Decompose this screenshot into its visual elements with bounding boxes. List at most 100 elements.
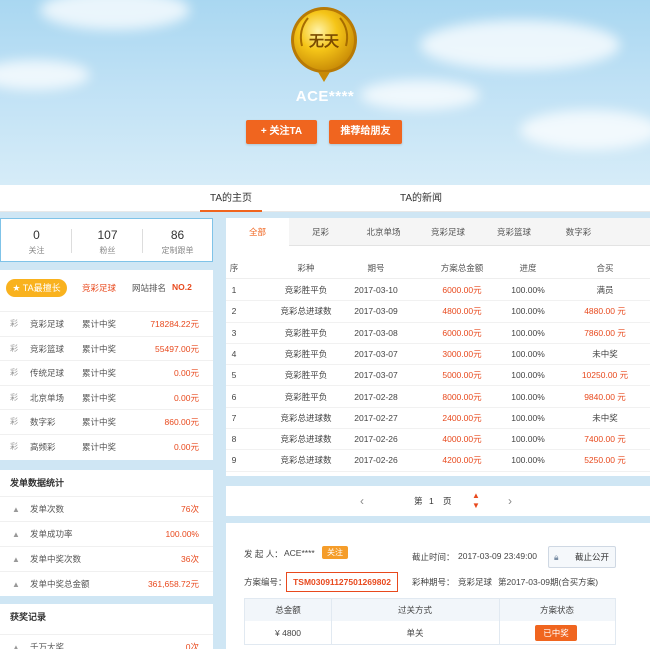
list-item: ▲ 千万大奖 0次: [0, 634, 213, 649]
cell-progress: 100.00%: [511, 412, 545, 423]
col-pass-type: 过关方式: [397, 605, 432, 615]
tab-all[interactable]: 全部: [226, 218, 289, 247]
stat-following[interactable]: 0 关注: [1, 219, 72, 261]
lottery-icon: 彩: [10, 319, 18, 328]
list-item: 彩 竞彩足球 累计中奖 718284.22元: [0, 311, 213, 336]
deadline-label: 截止时间：: [412, 552, 455, 562]
page-suffix: 页: [443, 496, 452, 506]
cell-result: 7400.00 元: [584, 434, 626, 445]
col-joint: 合买: [596, 263, 614, 273]
rank-value: NO.2: [172, 282, 192, 292]
tab-jc-football[interactable]: 竞彩足球: [415, 218, 481, 246]
list-item: 彩 传统足球 累计中奖 0.00元: [0, 360, 213, 385]
lottery-period-label: 彩种期号：: [412, 577, 455, 587]
cell-result: 10250.00 元: [581, 370, 629, 381]
initiator-name[interactable]: ACE****: [284, 548, 315, 558]
plan-status-badge: 已中奖: [535, 625, 577, 641]
list-item: 彩 数字彩 累计中奖 860.00元: [0, 409, 213, 434]
plan-table-header: 总金额 过关方式 方案状态: [245, 599, 615, 621]
stat-fans[interactable]: 107 粉丝: [72, 219, 143, 261]
chart-icon: ▲: [12, 505, 20, 514]
prev-page-icon[interactable]: ‹: [360, 486, 364, 516]
page-prefix: 第: [414, 496, 423, 506]
cell-result: 满员: [596, 285, 614, 295]
col-status: 方案状态: [539, 605, 574, 615]
stat-custom-follow-label: 定制跟单: [161, 246, 194, 255]
cell-type: 竞彩胜平负: [284, 348, 328, 359]
tab-football-lottery[interactable]: 足彩: [289, 218, 352, 246]
stat-custom-follow[interactable]: 86 定制跟单: [142, 219, 213, 261]
best-at-type: 竞彩足球: [82, 283, 117, 293]
table-row[interactable]: 2 竞彩总进球数 2017-03-09 4800.00元 100.00% 4880.00 …: [226, 301, 650, 323]
lottery-name: 北京单场: [30, 392, 65, 403]
cloud-decoration: [0, 60, 90, 90]
lottery-value: 0.00元: [173, 368, 199, 378]
cell-result: 4880.00 元: [584, 306, 626, 317]
medal-text: 无天: [308, 32, 340, 50]
next-page-icon[interactable]: ›: [508, 486, 512, 516]
lottery-kind: 累计中奖: [82, 417, 117, 427]
lottery-name: 竞彩足球: [30, 319, 65, 329]
cell-no: 7: [231, 412, 237, 423]
cell-result: 9840.00 元: [584, 391, 626, 402]
plan-pass-type: 单关: [406, 628, 424, 638]
tab-home[interactable]: TA的主页: [200, 185, 262, 212]
stat-label: 发单次数: [30, 504, 65, 514]
cell-no: 6: [231, 391, 237, 402]
recommend-button[interactable]: 推荐给朋友: [329, 120, 402, 144]
table-row[interactable]: 3 竞彩胜平负 2017-03-08 6000.00元 100.00% 7860.00 元: [226, 323, 650, 344]
table-row[interactable]: 5 竞彩胜平负 2017-03-07 5000.00元 100.00% 10250.00 …: [226, 365, 650, 387]
table-row[interactable]: 4 竞彩胜平负 2017-03-07 3000.00元 100.00% 未中奖: [226, 344, 650, 366]
col-period: 期号: [367, 263, 385, 273]
medal-avatar-icon: 无天: [291, 7, 357, 82]
table-row[interactable]: 8 竞彩总进球数 2017-02-26 4000.00元 100.00% 7400.00 …: [226, 429, 650, 451]
table-row[interactable]: 1 竞彩胜平负 2017-03-10 6000.00元 100.00% 满员: [226, 280, 650, 302]
cell-progress: 100.00%: [511, 348, 545, 359]
lock-public-button[interactable]: 🔒︎ 截止公开: [548, 546, 616, 568]
list-item: ▲ 发单中奖次数 36次: [0, 546, 213, 571]
table-row[interactable]: 6 竞彩胜平负 2017-02-28 8000.00元 100.00% 9840.00 元: [226, 387, 650, 408]
list-item: ▲ 发单次数 76次: [0, 496, 213, 521]
cell-progress: 100.00%: [511, 434, 545, 445]
stat-label: 发单中奖总金额: [30, 579, 90, 589]
lottery-icon: 彩: [10, 392, 18, 402]
lottery-kind: 累计中奖: [82, 319, 117, 329]
cell-type: 竞彩总进球数: [280, 455, 332, 466]
table-row[interactable]: 9 竞彩总进球数 2017-02-26 4200.00元 100.00% 5250.00 …: [226, 450, 650, 472]
stat-value: 76次: [181, 504, 199, 514]
tab-digital[interactable]: 数字彩: [547, 218, 610, 246]
lock-icon: 🔒︎: [554, 552, 559, 562]
initiator-label: 发 起 人：: [244, 549, 283, 559]
cell-period: 2017-03-07: [354, 370, 398, 381]
cell-type: 竞彩胜平负: [284, 285, 328, 295]
stat-fans-label: 粉丝: [99, 246, 116, 255]
lottery-kind: 累计中奖: [82, 392, 117, 403]
list-item: ▲ 发单成功率 100.00%: [0, 521, 213, 546]
profile-banner: 无天 ACE**** + 关注TA 推荐给朋友: [0, 0, 650, 185]
page-stepper-icon[interactable]: ▲ ▼: [472, 491, 480, 511]
lottery-name: 竞彩篮球: [30, 343, 65, 354]
cell-progress: 100.00%: [511, 391, 545, 402]
lottery-value: 0.00元: [173, 392, 199, 403]
cell-period: 2017-02-26: [354, 434, 398, 445]
follow-initiator-button[interactable]: 关注: [322, 546, 348, 559]
tab-jc-basketball[interactable]: 竞彩篮球: [481, 218, 547, 246]
cell-type: 竞彩胜平负: [284, 370, 328, 381]
cell-no: 8: [231, 434, 237, 445]
cell-progress: 100.00%: [511, 370, 545, 381]
best-at-panel: ★ TA最擅长 竞彩足球 网站排名 NO.2 彩 竞彩足球 累计中奖 71828…: [0, 270, 213, 460]
chart-icon: ▲: [12, 580, 20, 589]
table-header: 序 彩种 期号 方案总金额 进度 合买: [226, 257, 650, 279]
lottery-type: 竞彩足球: [458, 577, 493, 587]
plan-detail: 发 起 人： ACE**** 关注 截止时间： 2017-03-09 23:49…: [226, 523, 650, 649]
stat-value: 100.00%: [165, 529, 199, 539]
table-row[interactable]: 7 竞彩总进球数 2017-02-27 2400.00元 100.00% 未中奖: [226, 408, 650, 430]
tab-news[interactable]: TA的新闻: [390, 185, 452, 212]
tab-beijing-single[interactable]: 北京单场: [352, 218, 415, 246]
stat-custom-follow-count: 86: [170, 228, 185, 242]
cell-type: 竞彩总进球数: [280, 434, 332, 445]
cell-period: 2017-02-26: [354, 455, 398, 466]
follow-button[interactable]: + 关注TA: [246, 120, 317, 144]
main-tabs: TA的主页 TA的新闻: [0, 185, 650, 212]
lottery-kind: 累计中奖: [82, 343, 117, 354]
